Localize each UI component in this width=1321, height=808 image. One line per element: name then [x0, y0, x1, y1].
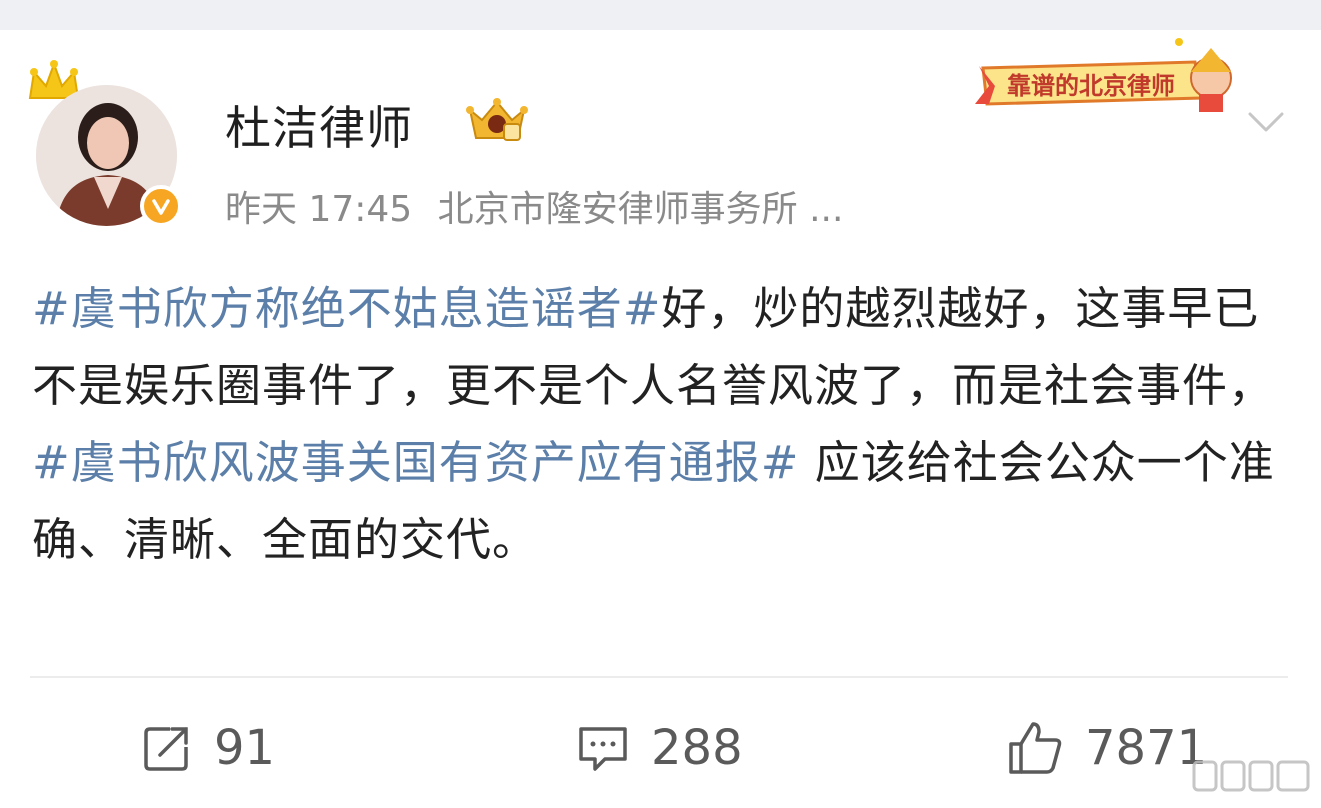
verified-badge-icon	[140, 185, 182, 227]
vip-crown-icon[interactable]	[462, 94, 532, 146]
like-count: 7871	[1085, 720, 1208, 776]
username[interactable]: 杜洁律师	[225, 92, 413, 158]
post-meta: 昨天 17:45 北京市隆安律师事务所 ...	[225, 180, 857, 232]
repost-count: 91	[214, 720, 276, 776]
post-source[interactable]: 北京市隆安律师事务所 ...	[438, 189, 844, 230]
chevron-down-icon[interactable]	[1244, 104, 1288, 140]
comment-icon	[579, 727, 627, 771]
thumbs-up-icon	[1009, 722, 1062, 774]
comment-button[interactable]: 288	[575, 712, 743, 784]
post-text: #虞书欣方称绝不姑息造谣者#好，炒的越烈越好，这事早已不是娱乐圈事件了，更不是个…	[32, 270, 1294, 578]
badge-text: 靠谱的北京律师	[1007, 72, 1175, 100]
repost-icon	[144, 727, 188, 771]
like-button[interactable]: 7871	[1005, 712, 1207, 784]
post-time: 昨天 17:45	[225, 189, 413, 230]
watermark	[1192, 758, 1312, 794]
hashtag-link[interactable]: #虞书欣方称绝不姑息造谣者#	[32, 282, 661, 335]
divider	[30, 676, 1288, 678]
top-strip	[0, 0, 1321, 30]
hashtag-link[interactable]: #虞书欣风波事关国有资产应有通报#	[32, 436, 799, 489]
title-badge: 靠谱的北京律师	[965, 28, 1240, 118]
repost-button[interactable]: 91	[140, 712, 275, 784]
comment-count: 288	[651, 720, 743, 776]
avatar-block[interactable]	[22, 58, 187, 233]
